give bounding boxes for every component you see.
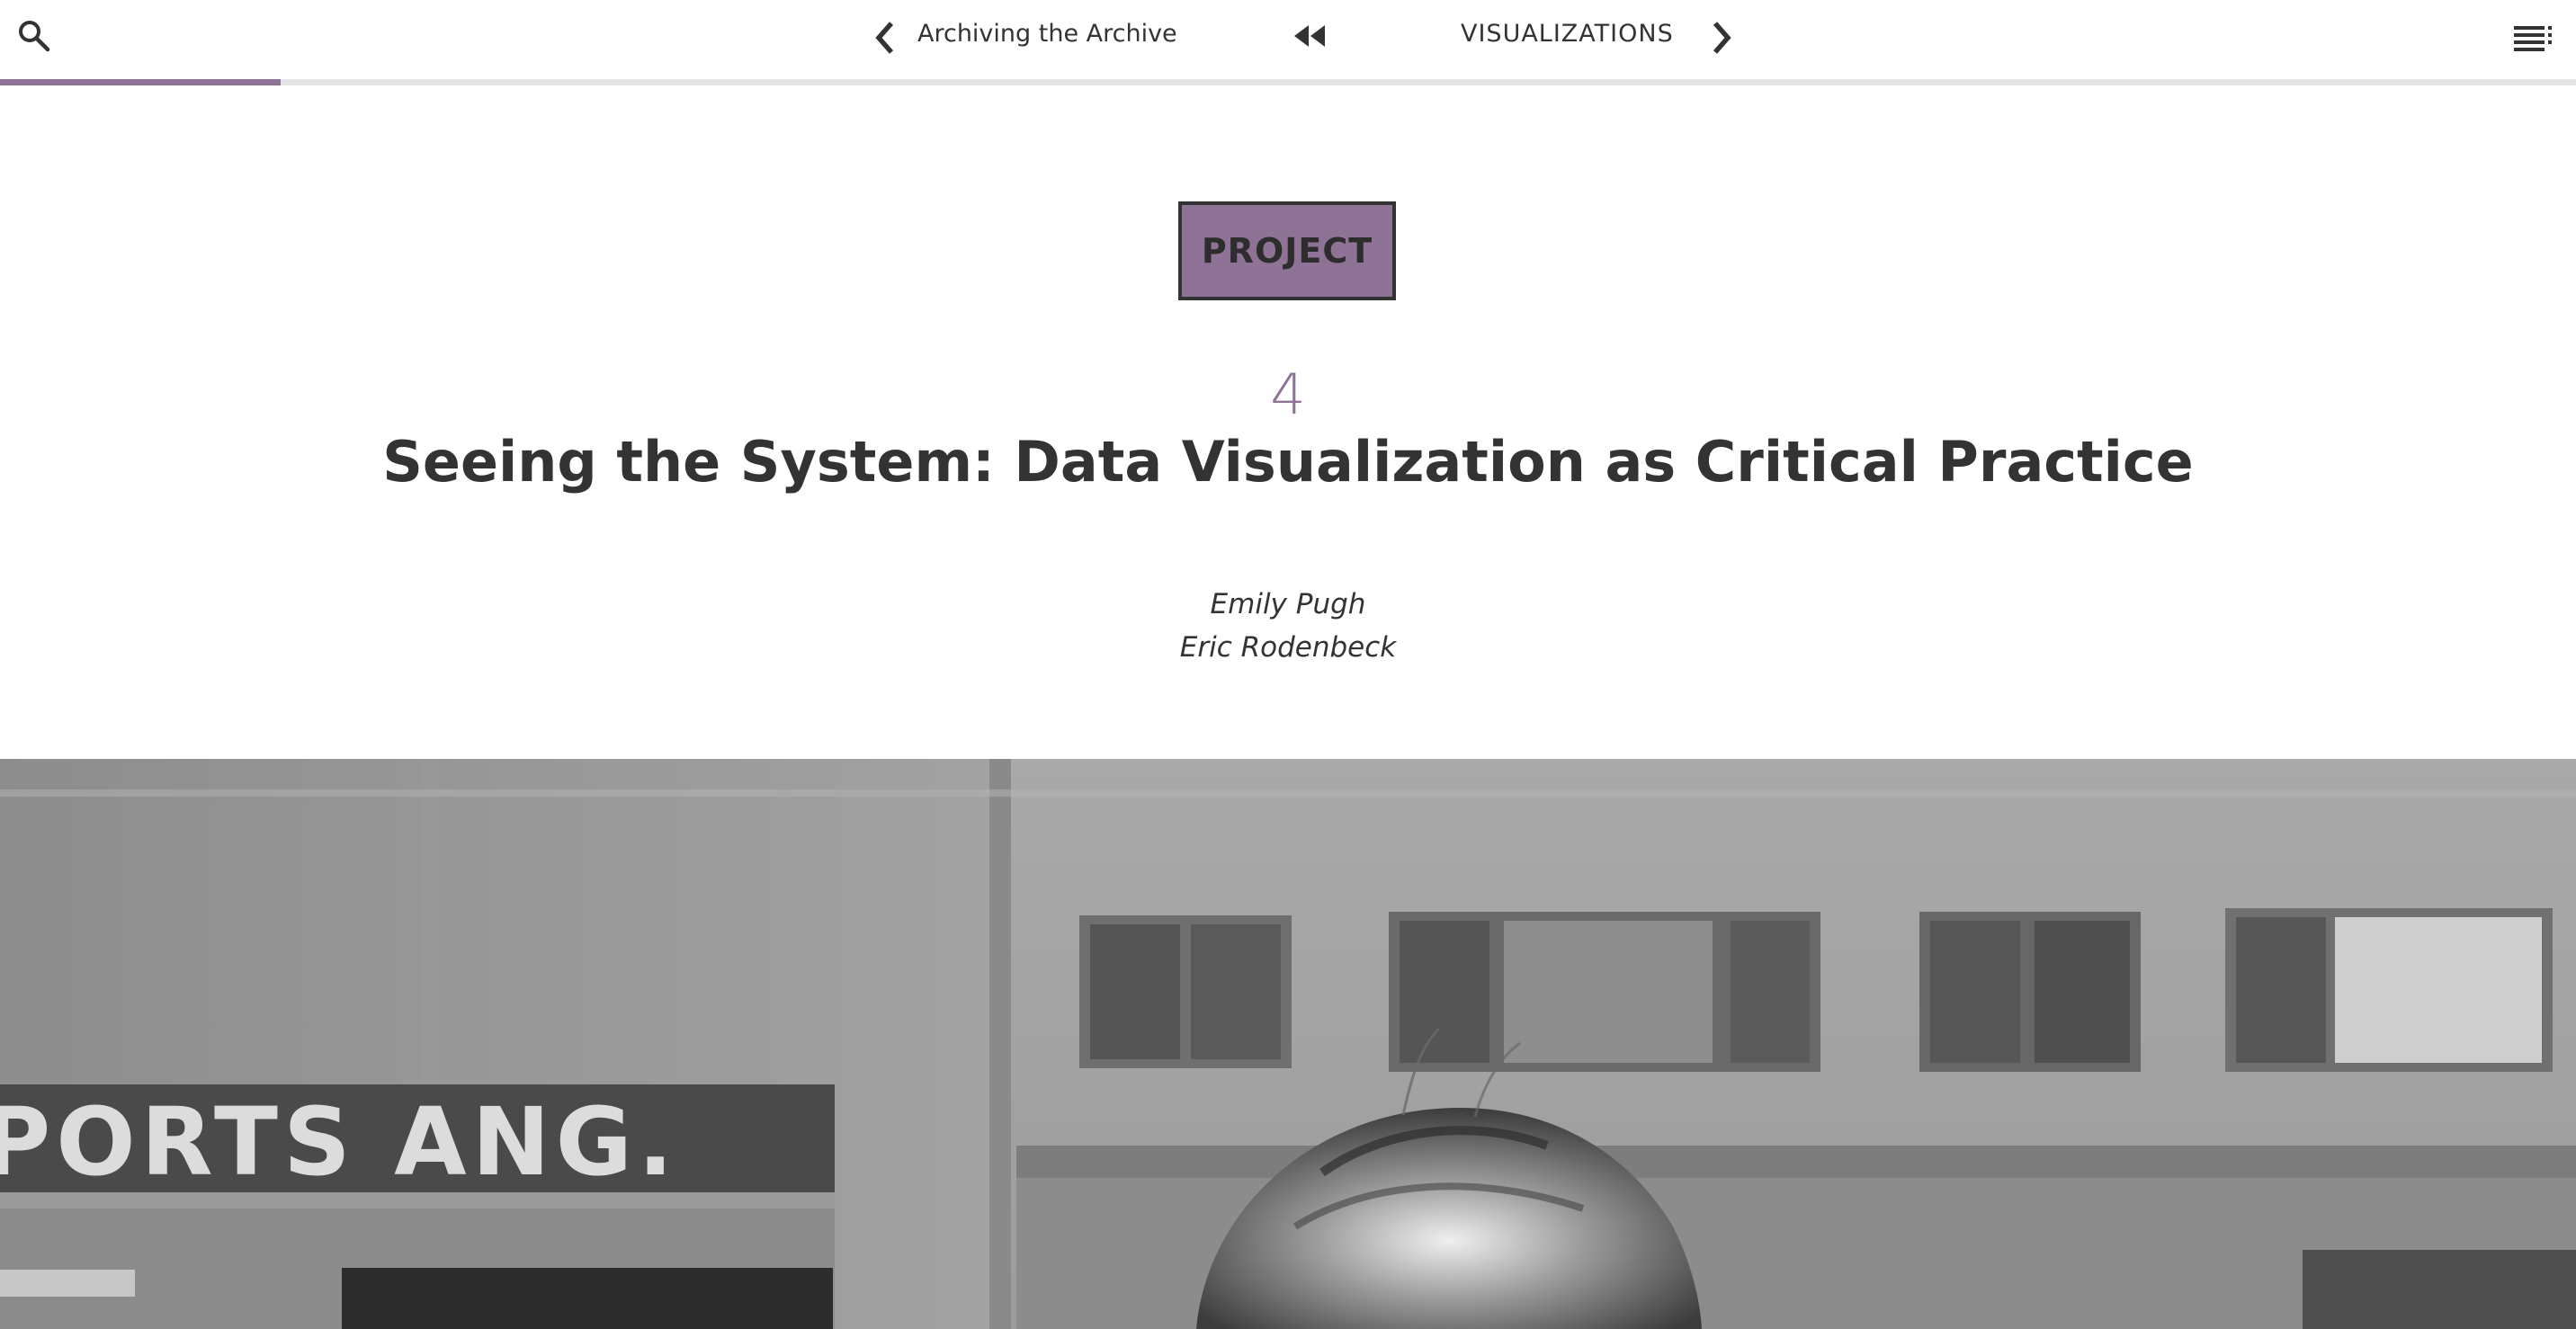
- hero-photo-illustration: PORTS ANG.: [0, 759, 2576, 1329]
- reading-progress-bar: [0, 79, 2576, 85]
- author-name: Eric Rodenbeck: [1179, 631, 1397, 664]
- storefront-sign: PORTS ANG.: [0, 1084, 835, 1329]
- rewind-button[interactable]: [1288, 18, 1331, 54]
- search-icon: [19, 21, 50, 52]
- search-button[interactable]: [13, 14, 56, 58]
- next-chapter-link[interactable]: VISUALIZATIONS: [1461, 20, 1674, 48]
- chapter-authors: Emily Pugh Eric Rodenbeck: [0, 583, 2576, 669]
- reading-progress-fill: [0, 79, 282, 85]
- next-chapter-button[interactable]: [1704, 16, 1740, 59]
- chevron-left-icon: [875, 22, 894, 54]
- previous-chapter-button[interactable]: [867, 16, 903, 59]
- chapter-page: Archiving the Archive VISUALIZATIONS PRO…: [0, 0, 2576, 1329]
- table-of-contents-icon: [2514, 26, 2552, 51]
- storefront-sign-text: PORTS ANG.: [0, 1087, 679, 1197]
- author-name: Emily Pugh: [1210, 588, 1366, 620]
- chevron-right-icon: [1713, 22, 1731, 54]
- rewind-icon: [1294, 25, 1325, 47]
- chapter-number: 4: [1270, 361, 1306, 427]
- top-navigation-bar: Archiving the Archive VISUALIZATIONS: [0, 0, 2576, 79]
- previous-chapter-link[interactable]: Archiving the Archive: [917, 20, 1177, 48]
- hero-photograph: PORTS ANG.: [0, 759, 2576, 1329]
- section-type-badge: PROJECT: [1178, 201, 1396, 300]
- table-of-contents-button[interactable]: [2509, 16, 2560, 59]
- chapter-title: Seeing the System: Data Visualization as…: [382, 429, 2194, 495]
